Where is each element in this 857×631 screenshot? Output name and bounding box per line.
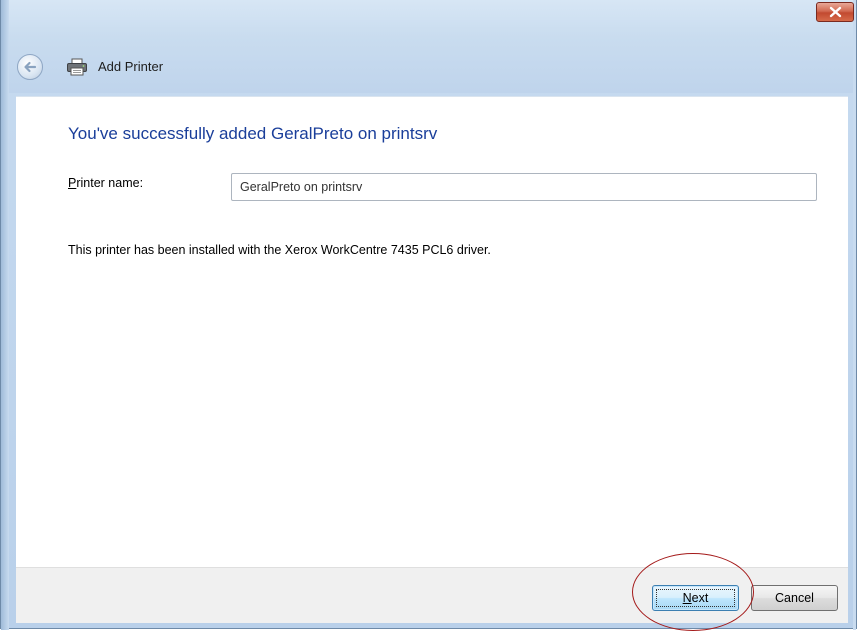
back-button[interactable] xyxy=(17,54,43,80)
printer-name-label: Printer name: xyxy=(68,176,143,190)
printer-name-label-text: rinter name: xyxy=(76,176,144,190)
wizard-footer: Next Cancel xyxy=(16,567,848,623)
next-button-accelerator: N xyxy=(682,591,692,605)
window-frame-left xyxy=(1,0,9,630)
back-arrow-icon xyxy=(24,61,37,73)
next-button[interactable]: Next xyxy=(652,585,739,611)
close-icon xyxy=(829,6,842,18)
printer-icon xyxy=(67,58,87,76)
printer-name-input[interactable] xyxy=(231,173,817,201)
title-bar: Add Printer xyxy=(9,0,854,93)
success-heading: You've successfully added GeralPreto on … xyxy=(68,124,438,143)
driver-message: This printer has been installed with the… xyxy=(68,243,491,257)
wizard-content: You've successfully added GeralPreto on … xyxy=(16,96,848,568)
next-button-label: ext xyxy=(691,591,709,605)
cancel-button[interactable]: Cancel xyxy=(751,585,838,611)
window-title: Add Printer xyxy=(98,59,164,74)
window-frame-right xyxy=(853,0,856,630)
close-button[interactable] xyxy=(816,2,854,22)
